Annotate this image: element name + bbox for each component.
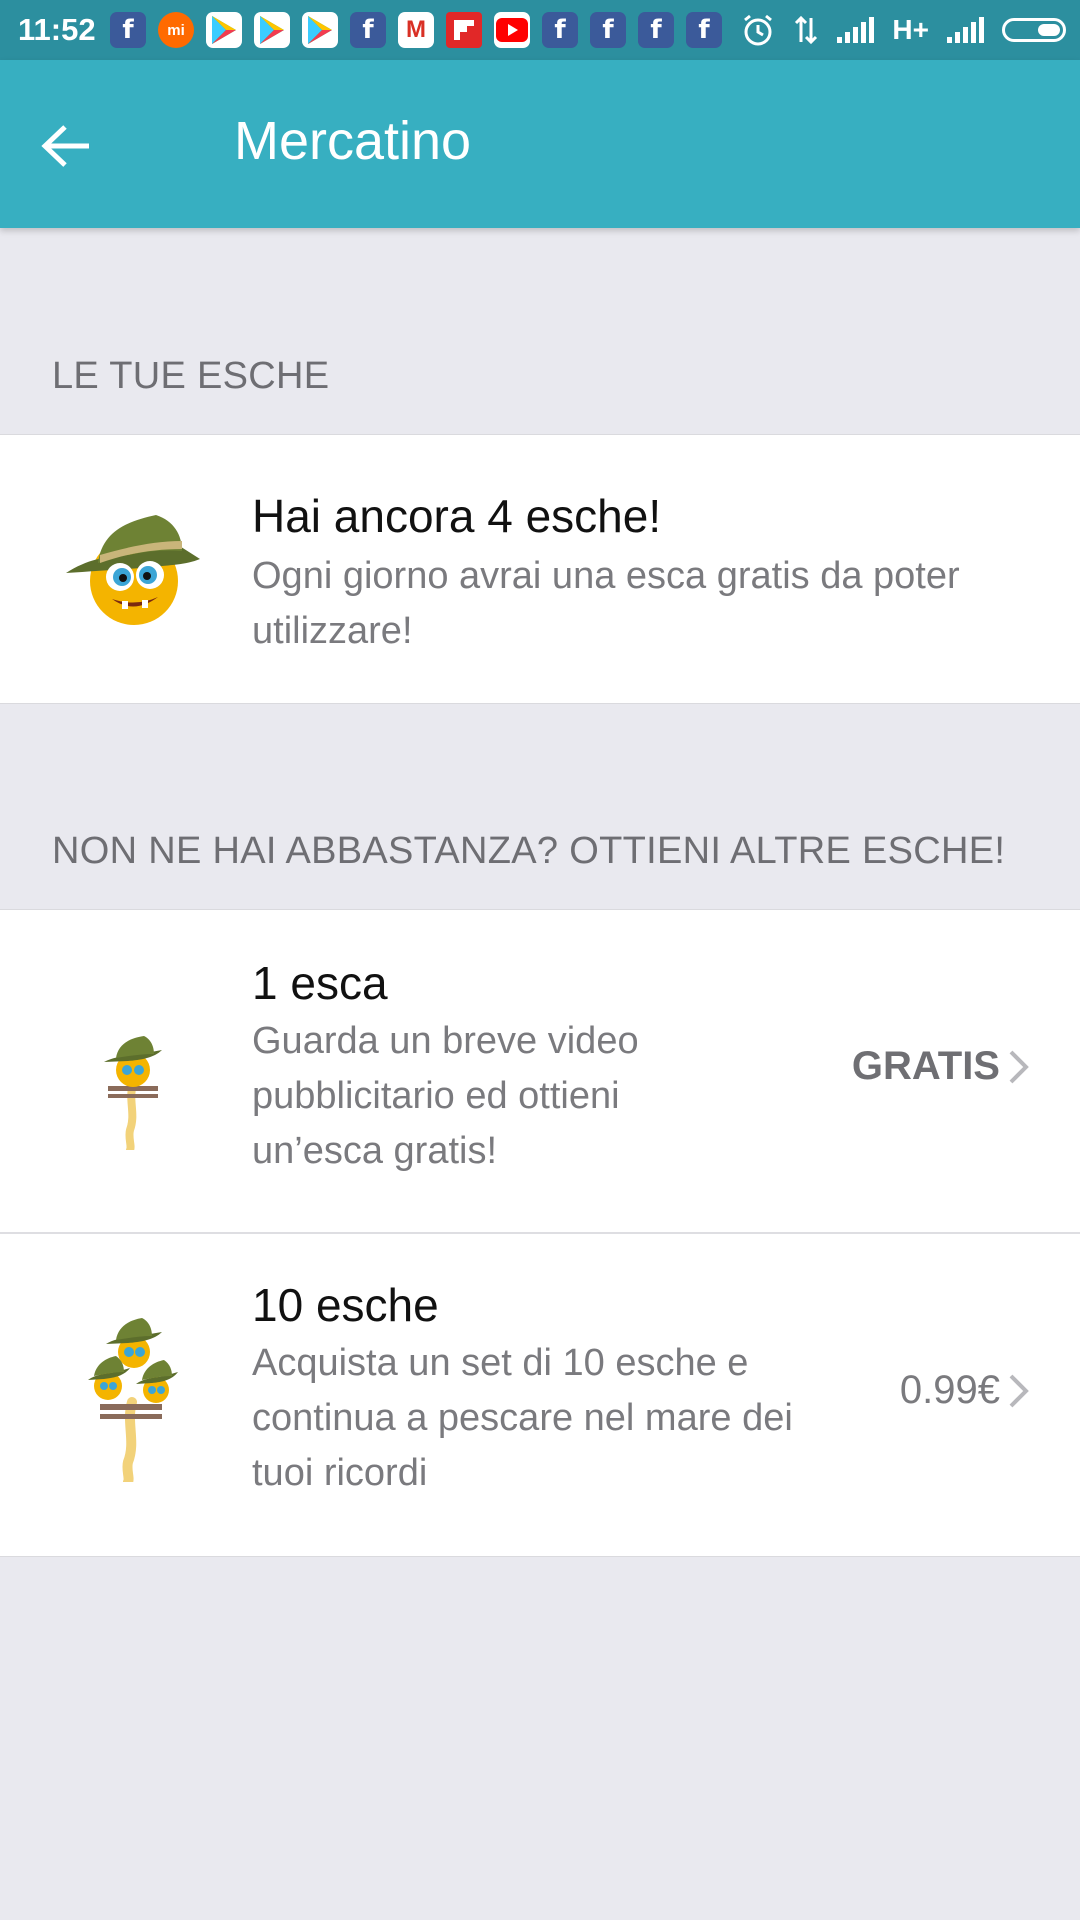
offer-price: GRATIS (851, 1044, 1000, 1088)
offer-description: Guarda un breve video pubblicitario ed o… (252, 1020, 639, 1172)
bait-count-description: Ogni giorno avrai una esca gratis da pot… (252, 555, 960, 652)
chevron-right-icon (1009, 1374, 1029, 1407)
section-header-your-baits: LE TUE ESCHE (52, 355, 330, 397)
notification-icons: f mi f M f f f f (110, 12, 722, 48)
offer-price: 0.99€ (899, 1368, 1000, 1412)
offer-price-paid[interactable]: 0.99€ (900, 1368, 1030, 1413)
offers-list: 1 esca Guarda un breve video pubblicitar… (0, 909, 1080, 1557)
offer-row-10-esche[interactable]: 10 esche Acquista un set di 10 esche e c… (0, 1234, 1080, 1554)
play-store-icon (254, 12, 290, 48)
facebook-icon: f (638, 12, 674, 48)
offer-price-free[interactable]: GRATIS (852, 1044, 1030, 1089)
chevron-right-icon (1009, 1050, 1029, 1083)
facebook-icon: f (350, 12, 386, 48)
bait-status-card: Hai ancora 4 esche! Ogni giorno avrai un… (0, 434, 1080, 704)
section-header-get-more: NON NE HAI ABBASTANZA? OTTIENI ALTRE ESC… (52, 830, 1006, 872)
play-store-icon (206, 12, 242, 48)
status-bar: 11:52 f mi f M f f f f H+ (0, 0, 1080, 60)
back-button[interactable] (36, 116, 96, 176)
network-type: H+ (892, 14, 929, 45)
facebook-icon: f (110, 12, 146, 48)
bait-mascot-icon (66, 515, 200, 625)
battery-icon (1002, 18, 1066, 42)
app-bar: Mercatino (0, 60, 1080, 228)
bait-count-title: Hai ancora 4 esche! (252, 490, 662, 542)
youtube-icon (494, 12, 530, 48)
single-bait-icon (104, 1036, 162, 1150)
play-store-icon (302, 12, 338, 48)
facebook-icon: f (590, 12, 626, 48)
gmail-icon: M (398, 12, 434, 48)
bait-pack-icon (88, 1318, 178, 1482)
offer-description: Acquista un set di 10 esche e continua a… (252, 1342, 793, 1494)
offer-title: 1 esca (252, 957, 388, 1009)
offer-title: 10 esche (252, 1279, 439, 1331)
system-status: H+ (741, 0, 1066, 60)
status-time: 11:52 (18, 12, 96, 47)
facebook-icon: f (542, 12, 578, 48)
data-transfer-icon (795, 15, 818, 45)
flipboard-icon (446, 12, 482, 48)
facebook-icon: f (686, 12, 722, 48)
offer-row-1-esca[interactable]: 1 esca Guarda un breve video pubblicitar… (0, 910, 1080, 1232)
page-title: Mercatino (234, 111, 472, 171)
alarm-icon (744, 14, 773, 46)
mi-icon: mi (158, 12, 194, 48)
signal-icon (837, 17, 875, 43)
signal-icon (947, 17, 984, 43)
arrow-left-icon (41, 125, 89, 167)
